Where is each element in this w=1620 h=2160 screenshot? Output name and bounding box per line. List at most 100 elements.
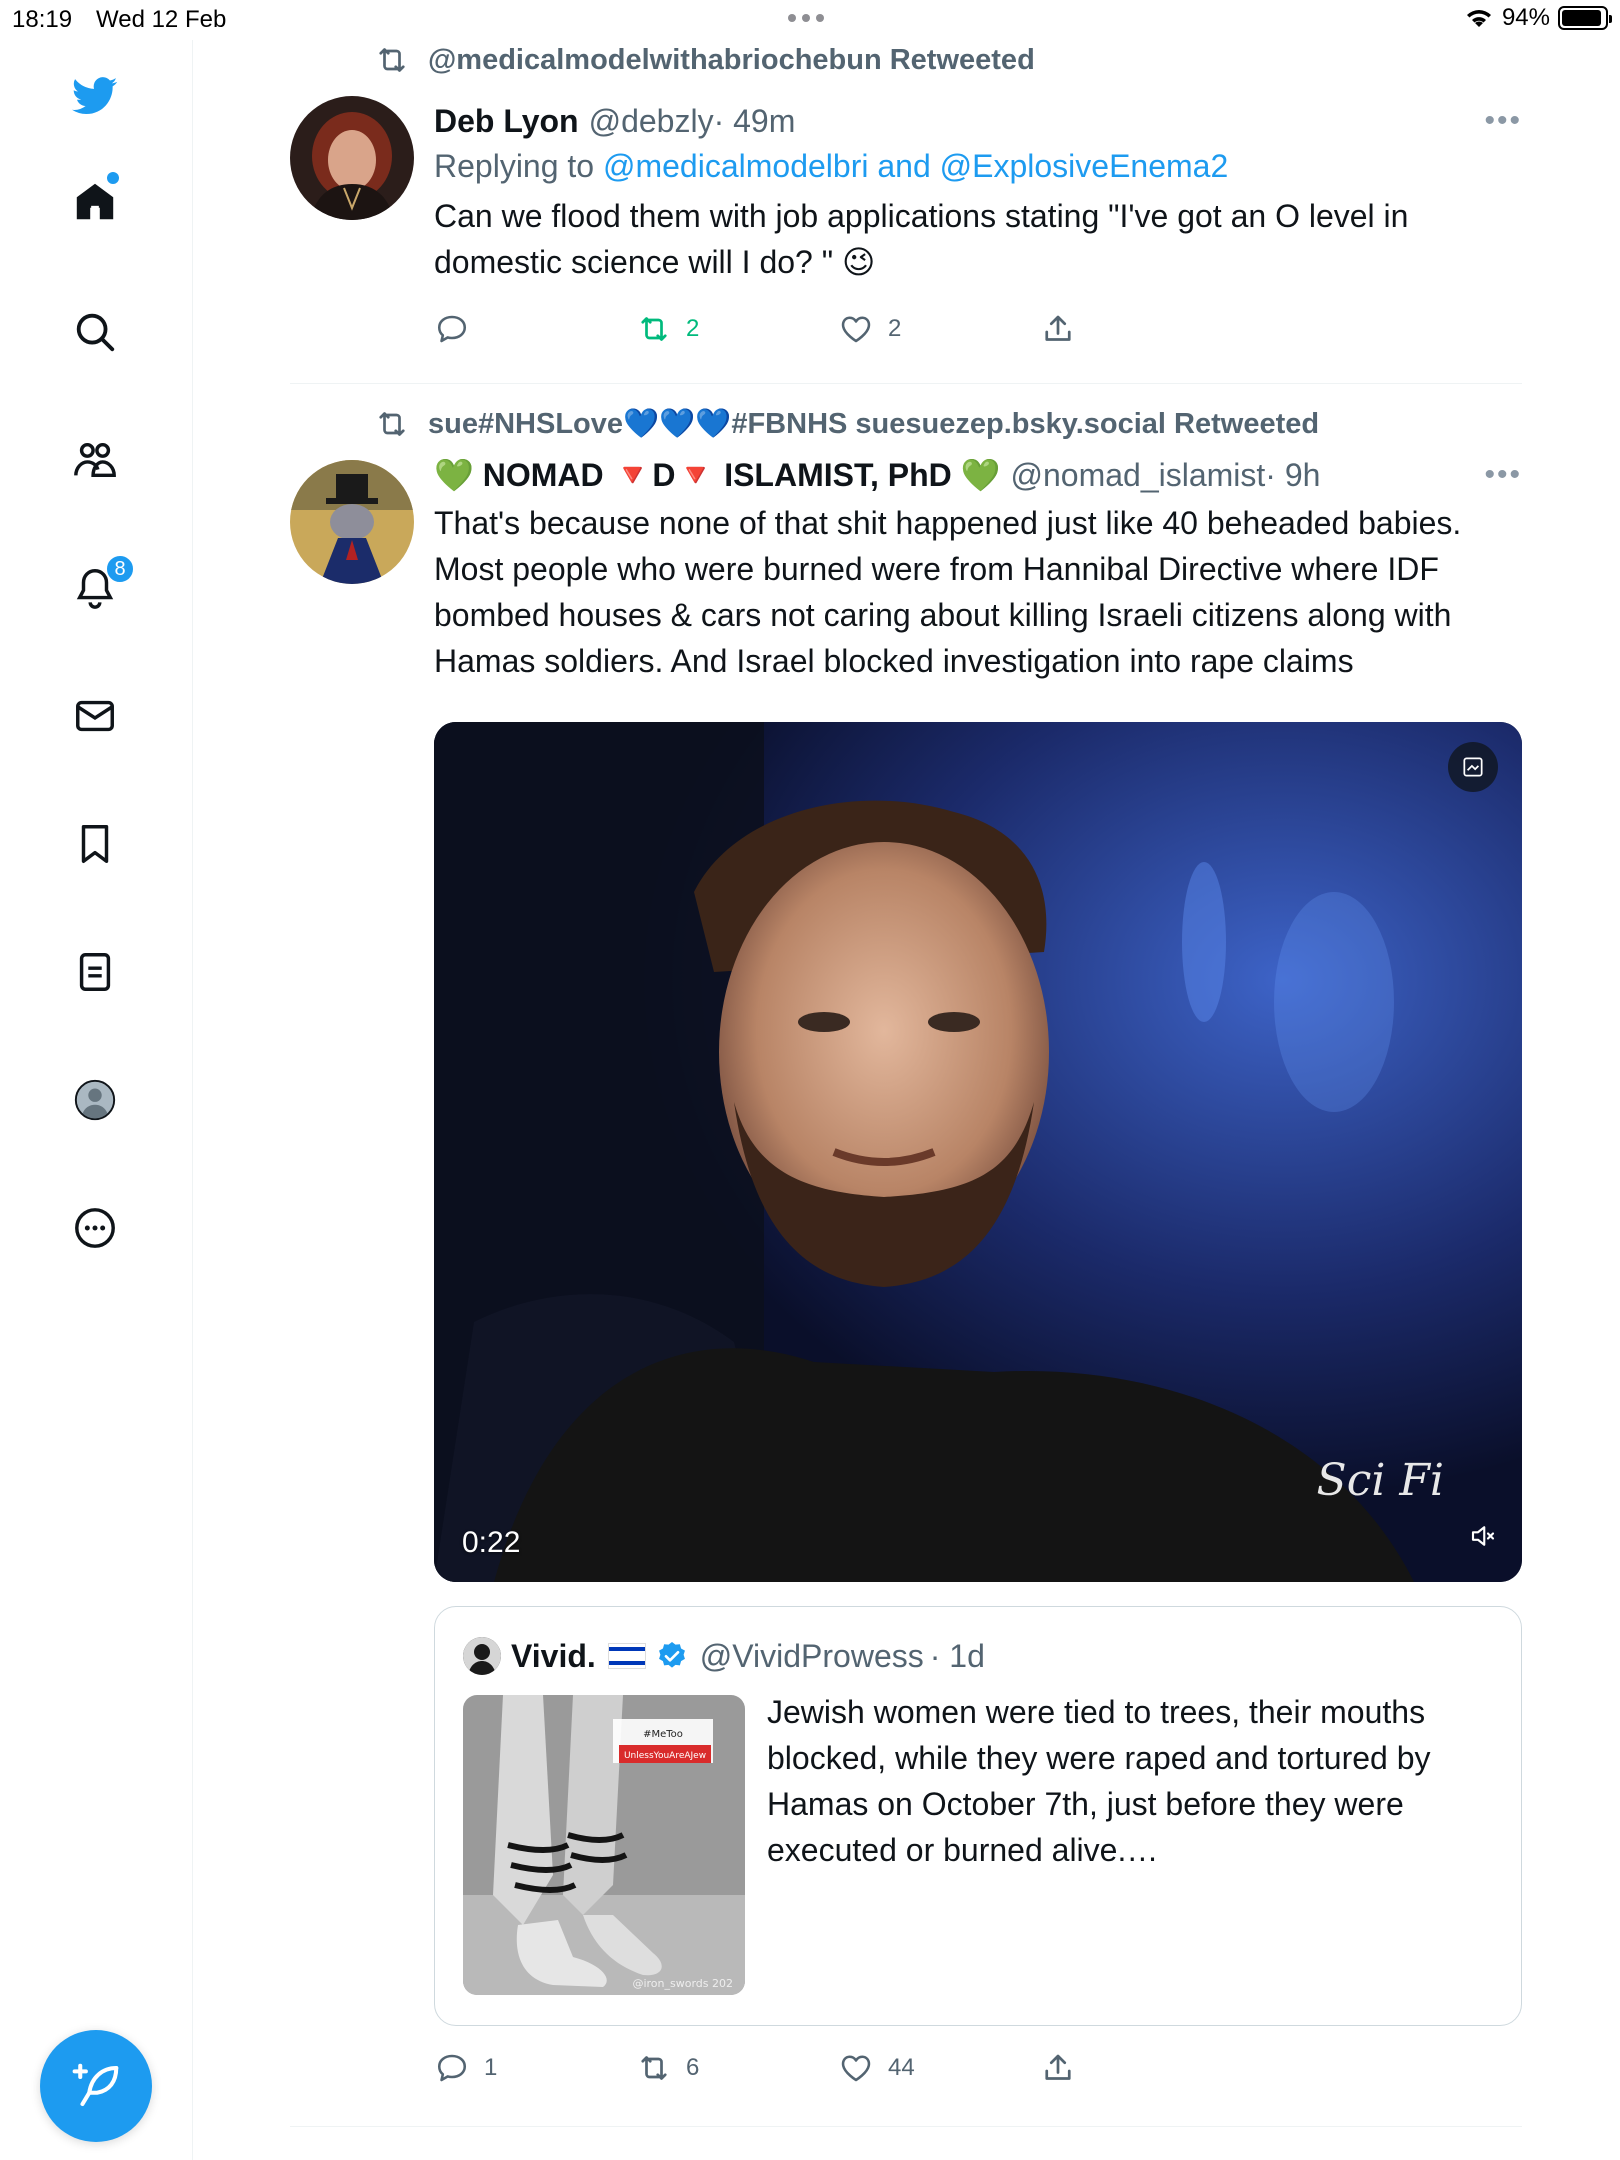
content-settings-icon [1463,757,1483,777]
mute-button[interactable] [1468,1521,1498,1556]
like-button[interactable]: 44 [838,2050,1040,2086]
tweet-text: That's because none of that shit happene… [434,505,1462,679]
quoted-tweet-header: Vivid. @VividProwess · 1d [463,1633,1493,1679]
video-duration: 0:22 [462,1526,521,1559]
quoted-image[interactable]: #MeToo UnlessYouAreAJew @iron_swords 202 [463,1695,745,1995]
retweet-icon [641,317,667,341]
mention-link[interactable]: @ExplosiveEnema2 [940,148,1229,184]
volume-muted-icon [1471,1526,1495,1546]
tweet-actions: 2 2 [434,299,1522,359]
mention-link[interactable]: @medicalmodelbri [603,148,868,184]
twitter-logo[interactable] [65,66,125,126]
more-options-icon[interactable]: ••• [1484,104,1522,138]
status-bar: 18:19 Wed 12 Feb 94% [0,0,1620,40]
list-icon [79,953,111,991]
battery-icon [1558,6,1612,30]
retweet-icon [641,2056,667,2080]
author-name[interactable]: Deb Lyon [434,103,579,140]
compose-feather-icon [72,2063,119,2107]
tweet-divider [290,383,1522,384]
quoted-author-name[interactable]: Vivid. [511,1638,596,1675]
quoted-tweet-content: #MeToo UnlessYouAreAJew @iron_swords 202… [463,1694,1493,1995]
retweet-context: @medicalmodelwithabriochebun Retweeted [290,40,1522,80]
sidebar-item-profile[interactable] [65,1070,125,1130]
retweet-icon [379,412,405,436]
replying-and[interactable]: and [877,148,930,184]
retweeted-by-text: @medicalmodelwithabriochebun Retweeted [428,43,1035,76]
tweet[interactable]: sue#NHSLove💙💙💙#FBNHS suesuezep.bsky.soci… [290,404,1522,2127]
twitter-bird-icon [72,77,118,115]
notification-badge: 8 [105,554,135,584]
media-settings-button[interactable] [1448,742,1498,792]
quoted-avatar [463,1637,501,1675]
retweet-icon [379,48,405,72]
tweet[interactable]: @medicalmodelwithabriochebun Retweeted D… [290,40,1522,384]
status-date: Wed 12 Feb [96,6,227,33]
reply-button[interactable] [434,311,636,347]
sidebar-item-messages[interactable] [65,686,125,746]
avatar[interactable] [290,96,414,220]
wifi-icon [1466,10,1491,27]
video-player[interactable]: Sci Fi 0:22 [434,722,1522,1582]
share-button[interactable] [1040,311,1242,347]
like-count: 2 [888,315,902,342]
avatar-photo [290,96,414,220]
sidebar-item-communities[interactable] [65,430,125,490]
heart-icon [841,316,871,343]
reply-count: 1 [484,2054,498,2081]
video-watermark: Sci Fi [1316,1455,1444,1506]
tweet-time[interactable]: · 49m [714,103,796,140]
heart-icon [841,2055,871,2082]
retweet-context: sue#NHSLove💙💙💙#FBNHS suesuezep.bsky.soci… [290,404,1522,444]
timeline: @medicalmodelwithabriochebun Retweeted D… [290,40,1522,2147]
sidebar: 8 [0,40,193,2160]
tweet-text: Can we flood them with job applications … [434,198,1409,280]
reply-icon [437,2054,467,2082]
sidebar-item-explore[interactable] [65,302,125,362]
more-options-icon[interactable]: ••• [1484,458,1522,492]
retweet-button[interactable]: 6 [636,2050,838,2086]
quoted-author-handle[interactable]: @VividProwess [700,1638,924,1675]
image-tag: UnlessYouAreAJew [624,1751,706,1761]
search-icon [76,313,115,352]
quoted-tweet-text: Jewish women were tied to trees, their m… [767,1694,1431,1868]
retweet-count: 6 [686,2054,700,2081]
mail-icon [76,700,114,732]
share-button[interactable] [1040,2050,1242,2086]
bookmark-icon [81,825,109,863]
sidebar-item-bookmarks[interactable] [65,814,125,874]
share-icon [1045,2054,1071,2080]
tweet-time[interactable]: · 9h [1265,457,1320,494]
multitasking-dots[interactable] [788,14,824,22]
sidebar-item-more[interactable] [65,1198,125,1258]
tweet-header: Deb Lyon @debzly · 49m ••• [434,96,1522,146]
like-button[interactable]: 2 [838,311,1040,347]
author-handle[interactable]: @nomad_islamist [1010,457,1265,494]
home-icon [76,183,114,220]
compose-tweet-button[interactable] [40,2030,152,2142]
profile-icon [74,1079,116,1121]
quoted-tweet[interactable]: Vivid. @VividProwess · 1d #MeToo UnlessY… [434,1606,1522,2026]
sidebar-item-notifications[interactable]: 8 [65,554,135,618]
people-icon [74,442,116,478]
more-circle-icon [75,1208,115,1248]
video-frame [434,722,1522,1582]
status-time: 18:19 [12,6,73,33]
reply-button[interactable]: 1 [434,2050,636,2086]
tweet-divider [290,2126,1522,2127]
image-tag: #MeToo [643,1729,683,1740]
verified-badge-icon [658,1642,685,1668]
avatar[interactable] [290,460,414,584]
replying-to: Replying to @medicalmodelbri and @Explos… [434,148,1522,185]
avatar-cartoon [290,460,414,584]
quoted-tweet-time[interactable]: · 1d [930,1638,985,1675]
author-handle[interactable]: @debzly [589,103,714,140]
sidebar-item-lists[interactable] [65,942,125,1002]
author-name[interactable]: 💚 NOMAD 🔻D🔻 ISLAMIST, PhD 💚 [434,456,1000,494]
replying-prefix: Replying to [434,148,595,184]
home-new-dot [107,172,119,184]
retweet-button[interactable]: 2 [636,311,838,347]
tweet-actions: 1 6 44 [434,2038,1522,2098]
share-icon [1045,315,1071,341]
sidebar-item-home[interactable] [65,172,125,232]
